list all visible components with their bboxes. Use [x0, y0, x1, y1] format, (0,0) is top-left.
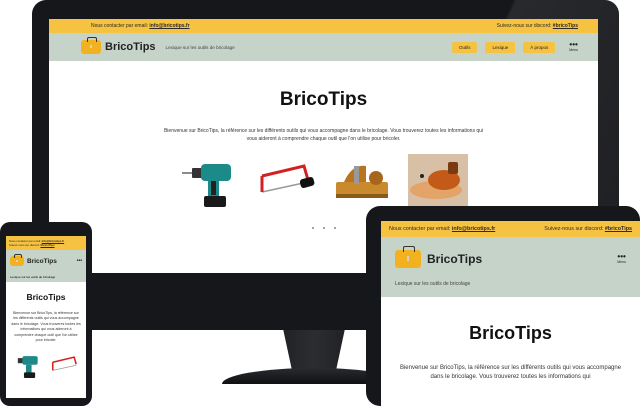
- intro-text: Bienvenue sur BricoTips, la référence su…: [11, 311, 81, 342]
- menu-button[interactable]: ••• Menu: [569, 41, 578, 53]
- device-mockup-scene: Nous contacter par email: info@bricotips…: [0, 0, 640, 406]
- contact-email: Nous contacter par email: info@bricotips…: [91, 23, 190, 29]
- hacksaw-icon[interactable]: [48, 351, 82, 379]
- toolbox-icon[interactable]: [81, 37, 101, 54]
- toolbox-icon[interactable]: [395, 246, 421, 268]
- tablet-device: Nous contacter par email: info@bricotips…: [366, 206, 640, 406]
- contact-bar: Nous contacter par email: info@bricotips…: [381, 221, 640, 237]
- drill-icon[interactable]: [180, 154, 240, 209]
- menu-button[interactable]: ••• Menu: [617, 253, 626, 265]
- site-tagline: Lexique sur les outils de bricolage: [6, 272, 86, 282]
- tablet-screen: Nous contacter par email: info@bricotips…: [381, 221, 640, 406]
- site-tagline: Lexique sur les outils de bricolage: [381, 281, 640, 297]
- site-brand[interactable]: BricoTips: [27, 258, 57, 265]
- phone-device: Nous contacter par email: info@bricotips…: [0, 222, 92, 406]
- page-title: BricoTips: [469, 323, 552, 343]
- toolbox-icon[interactable]: [10, 254, 24, 266]
- nav-outils-button[interactable]: Outils: [451, 41, 478, 53]
- more-horizontal-icon[interactable]: •••: [77, 258, 82, 264]
- contact-bar: Nous contacter par email: info@bricotips…: [6, 236, 86, 250]
- tools-carousel: [49, 152, 598, 212]
- drill-icon[interactable]: [10, 351, 44, 379]
- email-link[interactable]: info@bricotips.fr: [149, 23, 189, 29]
- nav-lexique-button[interactable]: Lexique: [485, 41, 516, 53]
- site-brand[interactable]: BricoTips: [105, 41, 156, 53]
- phone-screen: Nous contacter par email: info@bricotips…: [6, 236, 86, 398]
- email-link[interactable]: info@bricotips.fr: [452, 226, 495, 232]
- site-brand[interactable]: BricoTips: [427, 252, 482, 266]
- hacksaw-icon[interactable]: [256, 154, 316, 209]
- page-title: BricoTips: [26, 292, 66, 302]
- main-nav: BricoTips Lexique sur les outils de bric…: [49, 33, 598, 61]
- sander-icon[interactable]: [407, 154, 468, 209]
- discord-link[interactable]: #bricoTips: [553, 23, 578, 29]
- discord-info: Suivez-nous sur discord: #bricoTips: [496, 23, 578, 29]
- nav-buttons: Outils Lexique À propos: [451, 41, 556, 53]
- intro-text: Bienvenue sur BricoTips, la référence su…: [399, 365, 622, 380]
- contact-bar: Nous contacter par email: info@bricotips…: [49, 19, 598, 33]
- site-tagline: Lexique sur les outils de bricolage: [165, 44, 235, 50]
- nav-apropos-button[interactable]: À propos: [523, 41, 556, 53]
- wood-plane-icon[interactable]: [332, 154, 392, 209]
- intro-text: Bienvenue sur BricoTips, la référence su…: [163, 128, 484, 142]
- main-nav: BricoTips •••: [6, 250, 86, 272]
- main-nav: BricoTips ••• Menu: [381, 237, 640, 281]
- tools-carousel: [6, 351, 86, 379]
- discord-link[interactable]: #bricoTips: [605, 226, 632, 232]
- page-title: BricoTips: [279, 89, 368, 110]
- discord-link[interactable]: #bricoTips: [40, 243, 54, 247]
